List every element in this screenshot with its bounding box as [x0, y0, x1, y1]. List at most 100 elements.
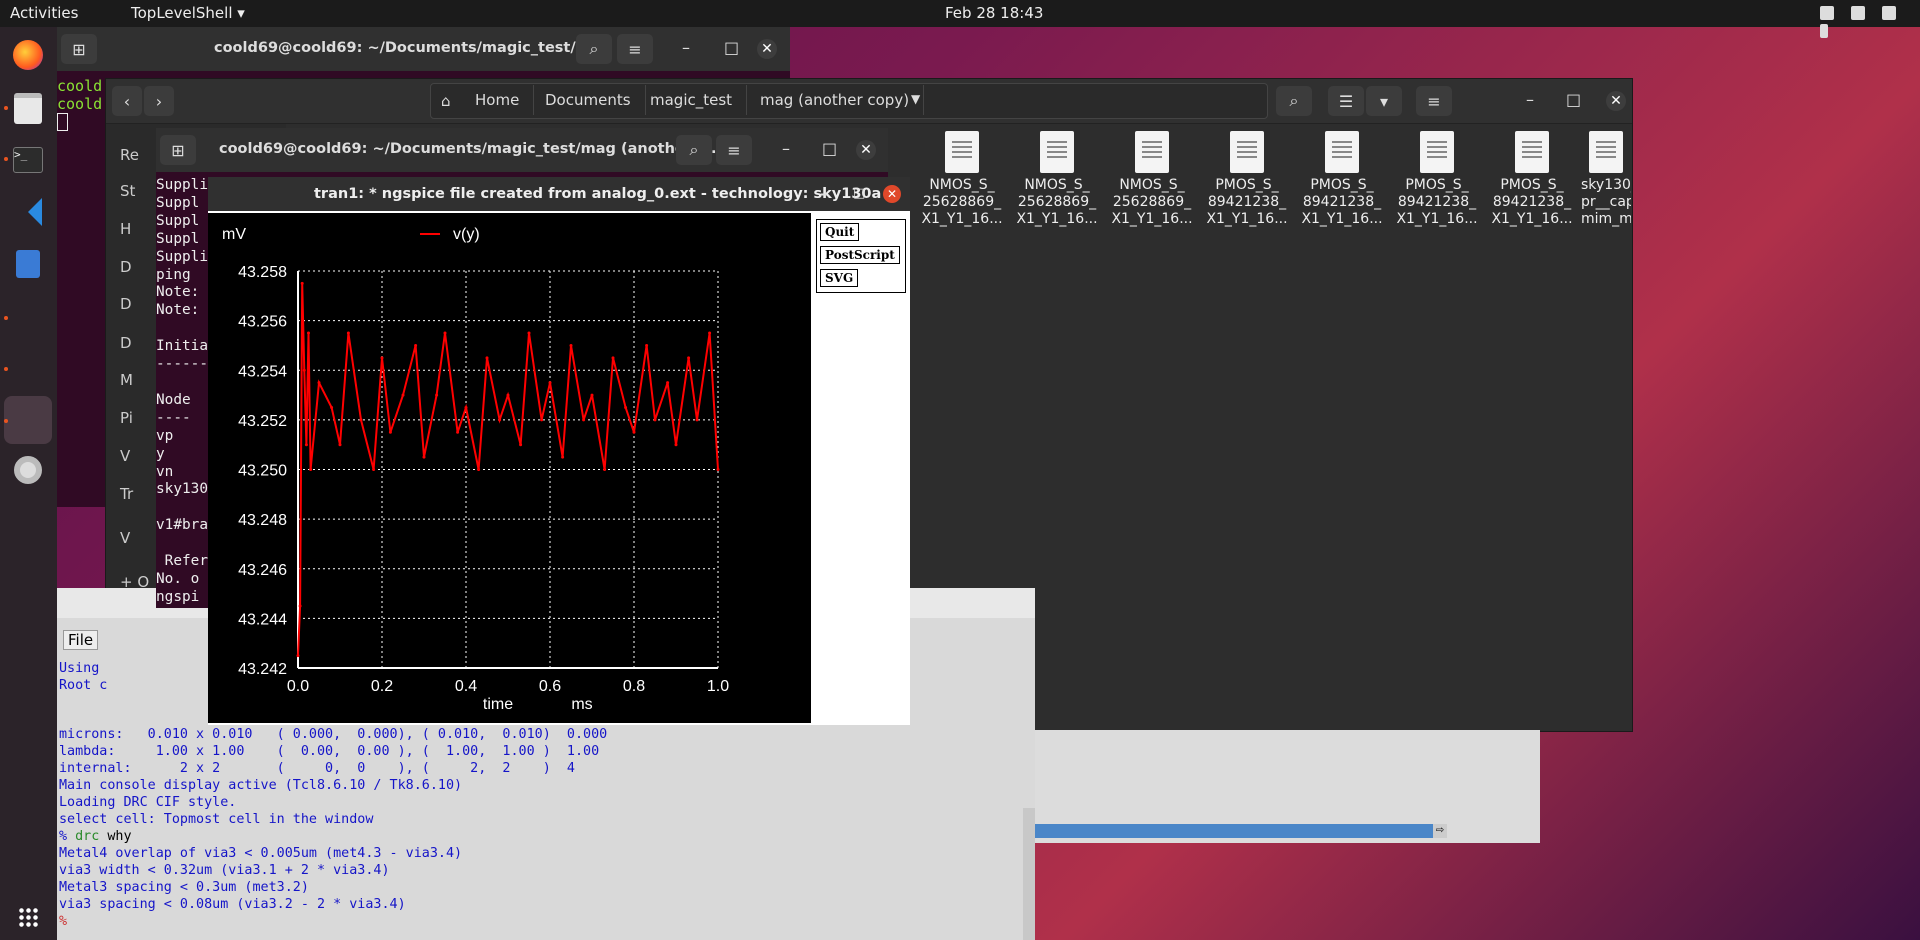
clock[interactable]: Feb 28 18:43: [945, 4, 1043, 22]
sidebar-item-pictures[interactable]: Pi: [120, 409, 133, 427]
y-axis-label: mV: [222, 226, 246, 243]
running-indicator: [4, 316, 8, 320]
breadcrumb-documents[interactable]: Documents: [531, 85, 646, 115]
firefox-icon[interactable]: [9, 36, 47, 74]
menu-icon[interactable]: ≡: [716, 135, 752, 165]
sidebar-item-music[interactable]: M: [120, 371, 133, 389]
y-tick-label: 43.246: [238, 562, 287, 579]
maximize-icon[interactable]: □: [1566, 90, 1581, 109]
data-point: [464, 405, 468, 409]
breadcrumb-magic-test[interactable]: magic_test: [636, 85, 748, 115]
file-menu[interactable]: File: [63, 630, 99, 650]
app-menu[interactable]: TopLevelShell ▾: [131, 4, 245, 22]
data-point: [338, 443, 342, 447]
sidebar-item-home[interactable]: H: [120, 220, 131, 238]
search-icon[interactable]: ⌕: [576, 34, 612, 64]
horizontal-scrollbar[interactable]: [1035, 824, 1433, 838]
dock: >_: [0, 27, 57, 940]
minimize-icon[interactable]: –: [820, 177, 828, 211]
terminal-line: Node: [156, 391, 191, 408]
disc-icon[interactable]: [9, 451, 47, 489]
running-indicator: [4, 419, 8, 423]
console-scrollbar[interactable]: [1023, 808, 1035, 940]
sidebar-item-desktop[interactable]: D: [120, 258, 132, 276]
file-name: NMOS_S_: [929, 177, 995, 193]
terminal-line: Suppl: [156, 212, 200, 229]
magic-icon[interactable]: [4, 396, 52, 444]
layout-window-fragment: ⇨: [1035, 730, 1540, 843]
terminal-line: vn: [156, 463, 174, 480]
console-command-arg: why: [99, 829, 132, 844]
data-point: [414, 343, 418, 347]
view-options-icon[interactable]: ▾: [1366, 86, 1402, 116]
back-icon[interactable]: ‹: [112, 86, 142, 116]
ngspice-plot-window[interactable]: tran1: * ngspice file created from analo…: [208, 177, 910, 725]
new-tab-icon[interactable]: ⊞: [61, 34, 97, 64]
file-tile[interactable]: PMOS_S_ 89421238_ X1_Y1_16...: [1391, 131, 1483, 228]
minimize-icon[interactable]: –: [782, 139, 790, 158]
minimize-icon[interactable]: –: [1526, 90, 1534, 109]
document-icon: [945, 131, 979, 173]
scroll-right-icon[interactable]: ⇨: [1433, 824, 1447, 838]
file-tile[interactable]: PMOS_S_ 89421238_ X1_Y1_16...: [1201, 131, 1293, 228]
file-name: X1_Y1_16...: [1016, 211, 1098, 227]
quit-button[interactable]: Quit: [820, 223, 860, 241]
data-point: [443, 331, 447, 335]
close-icon[interactable]: ✕: [757, 39, 777, 59]
plot-titlebar: tran1: * ngspice file created from analo…: [208, 177, 910, 211]
search-icon[interactable]: ⌕: [676, 135, 712, 165]
breadcrumb-home[interactable]: Home: [461, 85, 535, 115]
vscode-icon[interactable]: [9, 193, 47, 231]
text-editor-icon[interactable]: [9, 245, 47, 283]
list-view-icon[interactable]: ☰: [1328, 86, 1364, 116]
terminal-line: Initia: [156, 338, 208, 355]
terminal-line: ngspi: [156, 588, 200, 605]
sidebar-item-recent[interactable]: Re: [120, 146, 139, 164]
console-line: Using: [59, 661, 100, 676]
menu-icon[interactable]: ≡: [1416, 86, 1452, 116]
minimize-icon[interactable]: –: [682, 38, 690, 57]
file-tile[interactable]: NMOS_S_ 25628869_ X1_Y1_16...: [916, 131, 1008, 228]
file-tile[interactable]: NMOS_S_ 25628869_ X1_Y1_16...: [1106, 131, 1198, 228]
apps-grid-icon[interactable]: [9, 898, 47, 936]
close-icon[interactable]: ✕: [1606, 91, 1626, 111]
system-tray[interactable]: [1808, 6, 1920, 42]
close-icon[interactable]: ✕: [856, 140, 876, 160]
sidebar-item-trash[interactable]: Tr: [120, 485, 133, 503]
home-icon[interactable]: ⌂: [441, 92, 451, 110]
plot-canvas[interactable]: 0.0 0.2 0.4 0.6 0.8 1.0 43.258 43.256 43.254 43.2…: [208, 213, 811, 723]
search-icon[interactable]: ⌕: [1276, 86, 1312, 116]
files-icon[interactable]: [9, 89, 47, 127]
sidebar-item-starred[interactable]: St: [120, 182, 135, 200]
svg-button[interactable]: SVG: [820, 269, 859, 287]
sidebar-item-volume[interactable]: V: [120, 529, 130, 547]
chevron-down-icon[interactable]: ▼: [911, 92, 920, 106]
terminal-icon[interactable]: >_: [9, 141, 47, 179]
maximize-icon[interactable]: □: [853, 177, 865, 211]
terminal-line: coold: [57, 77, 103, 95]
sidebar-item-downloads[interactable]: D: [120, 334, 132, 352]
console-prompt[interactable]: %: [59, 914, 67, 929]
sidebar-item-documents[interactable]: D: [120, 295, 132, 313]
menu-icon[interactable]: ≡: [617, 34, 653, 64]
maximize-icon[interactable]: □: [724, 38, 739, 57]
maximize-icon[interactable]: □: [822, 139, 837, 158]
file-tile[interactable]: PMOS_S_ 89421238_ X1_Y1_16...: [1486, 131, 1578, 228]
x-tick-label: 0.0: [287, 678, 309, 695]
data-point: [477, 468, 481, 471]
forward-icon[interactable]: ›: [144, 86, 174, 116]
postscript-button[interactable]: PostScript: [820, 246, 900, 264]
file-name: X1_Y1_16...: [1111, 211, 1193, 227]
file-name: 89421238_: [1492, 194, 1572, 210]
document-icon: [1135, 131, 1169, 173]
magic-console-top: Using Root c: [59, 660, 107, 694]
activities-button[interactable]: Activities: [10, 4, 78, 22]
close-icon[interactable]: ✕: [883, 185, 901, 203]
file-tile[interactable]: sky130_fd_ pr__cap_ mim_m3...: [1581, 131, 1631, 228]
file-tile[interactable]: NMOS_S_ 25628869_ X1_Y1_16...: [1011, 131, 1103, 228]
new-tab-icon[interactable]: ⊞: [160, 135, 196, 165]
sidebar-item-videos[interactable]: V: [120, 447, 130, 465]
breadcrumb-current[interactable]: mag (another copy): [746, 85, 925, 115]
file-tile[interactable]: PMOS_S_ 89421238_ X1_Y1_16...: [1296, 131, 1388, 228]
magic-console-output[interactable]: microns: 0.010 x 0.010 ( 0.000, 0.000), …: [59, 726, 607, 930]
